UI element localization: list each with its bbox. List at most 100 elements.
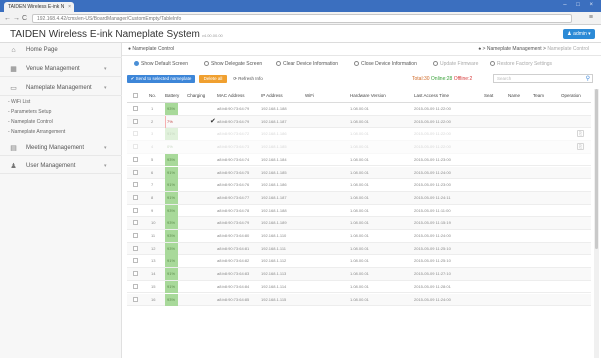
table-row[interactable]: 6 91% a8:b8:90:73:64:75 192.168.1.185 1.08.0…: [127, 166, 591, 180]
radio-show-delegate-screen[interactable]: Show Delegate Screen: [204, 61, 262, 67]
table-row[interactable]: 1 93% a8:b8:90:73:64:79 192.168.1.188 1.08.0…: [127, 103, 591, 116]
table-row[interactable]: 16 93% a8:b8:90:73:64:85 192.168.1.115 1.08.…: [127, 293, 591, 307]
battery-text: 93%: [167, 106, 176, 111]
table-row[interactable]: 4 0% a8:b8:90:73:64:73 192.168.1.185 1.08.00…: [127, 141, 591, 154]
row-checkbox[interactable]: [133, 182, 138, 188]
radio-dot: [276, 61, 281, 66]
cell-last-access: 2015-05-09 11:15:19: [414, 220, 451, 226]
col-operation[interactable]: Operation: [561, 93, 581, 98]
cell-last-access: 2015-05-09 11:22:00: [414, 118, 451, 124]
col-ip[interactable]: IP Address: [261, 93, 283, 98]
refresh-info-button[interactable]: ⟳ Refresh Info: [230, 75, 266, 83]
cell-ip: 192.168.1.185: [261, 169, 287, 175]
row-checkbox[interactable]: [133, 194, 138, 200]
sidebar-item-label: Home Page: [26, 47, 58, 53]
table-row[interactable]: 14 91% a8:b8:90:73:64:83 192.168.1.113 1.08.…: [127, 268, 591, 281]
table-row[interactable]: 12 93% a8:b8:90:73:64:81 192.168.1.111 1.08.…: [127, 242, 591, 256]
row-checkbox[interactable]: [133, 144, 138, 150]
col-hardware[interactable]: Hardware Version: [350, 93, 386, 98]
cell-last-access: 2015-05-09 11:23:00: [414, 156, 451, 162]
row-checkbox[interactable]: [133, 271, 138, 277]
table-row[interactable]: 7 91% a8:b8:90:73:64:76 192.168.1.186 1.08.0…: [127, 179, 591, 192]
radio-label: Show Default Screen: [141, 61, 188, 67]
browser-menu-icon[interactable]: ≡: [589, 14, 593, 21]
row-checkbox[interactable]: [133, 296, 138, 302]
radio-show-default-screen[interactable]: Show Default Screen: [134, 61, 188, 67]
row-checkbox[interactable]: [133, 106, 138, 111]
cell-mac: a8:b8:90:73:64:81: [217, 245, 250, 251]
search-icon[interactable]: ⚲: [586, 75, 590, 82]
radio-close-device-info[interactable]: Close Device Information: [354, 61, 417, 67]
reload-icon[interactable]: C: [22, 14, 27, 23]
battery-indicator: 93%: [165, 217, 179, 230]
row-checkbox[interactable]: [133, 207, 138, 213]
col-wifi[interactable]: WiFi: [305, 93, 314, 98]
sidebar-subitem-nameplate-arrangement[interactable]: - Nameplate Arrangement: [0, 127, 122, 137]
row-checkbox[interactable]: [133, 245, 138, 251]
col-battery[interactable]: Battery: [165, 93, 179, 98]
back-icon[interactable]: ←: [4, 14, 11, 23]
search-input[interactable]: Search ⚲: [493, 74, 593, 83]
tab-close-icon[interactable]: ×: [68, 4, 71, 10]
browser-tab[interactable]: TAIDEN Wireless E-ink N ×: [4, 2, 74, 12]
forward-icon[interactable]: →: [13, 14, 20, 23]
table-row[interactable]: 11 93% a8:b8:90:73:64:80 192.168.1.110 1.08.…: [127, 230, 591, 243]
window-controls[interactable]: – □ ×: [563, 2, 597, 8]
col-mac[interactable]: MAC Address: [217, 93, 245, 98]
sidebar-item-venue[interactable]: ▦ Venue Management ▾: [0, 62, 122, 77]
col-last-access[interactable]: Last Access Time: [414, 93, 449, 98]
sidebar-item-home[interactable]: ⌂ Home Page: [0, 43, 122, 58]
table-row[interactable]: 8 91% a8:b8:90:73:64:77 192.168.1.187 1.08.0…: [127, 191, 591, 205]
breadcrumb-path: ♠ > Nameplate Management > Nameplate Con…: [479, 46, 590, 52]
cell-mac: a8:b8:90:73:64:78: [217, 207, 250, 213]
sidebar-item-user[interactable]: ♟ User Management ▾: [0, 159, 122, 174]
radio-dot: [490, 61, 495, 66]
row-checkbox[interactable]: [133, 258, 138, 264]
radio-clear-device-info[interactable]: Clear Device Information: [276, 61, 338, 67]
col-no[interactable]: No.: [149, 93, 156, 98]
cell-hardware: 1.08.00.01: [350, 182, 369, 188]
app-title-text: TAIDEN Wireless E-ink Nameplate System: [10, 29, 200, 40]
scrollbar-thumb[interactable]: [595, 89, 598, 249]
row-checkbox[interactable]: [133, 220, 138, 226]
col-seat[interactable]: Seat: [484, 93, 493, 98]
admin-button[interactable]: ♟ admin ▾: [563, 29, 595, 39]
row-checkbox[interactable]: [133, 156, 138, 162]
sidebar-subitem-wifi-list[interactable]: - WiFi List: [0, 97, 122, 107]
row-checkbox[interactable]: [133, 233, 138, 238]
cell-hardware: 1.08.00.01: [350, 296, 369, 302]
row-checkbox[interactable]: [133, 169, 138, 175]
sidebar-subitem-nameplate-control[interactable]: - Nameplate Control: [0, 117, 122, 127]
row-checkbox[interactable]: [133, 131, 138, 137]
breadcrumb-prefix[interactable]: ♠ > Nameplate Management >: [479, 46, 548, 52]
col-charging[interactable]: Charging: [187, 93, 205, 98]
table-row[interactable]: 9 93% a8:b8:90:73:64:78 192.168.1.188 1.08.0…: [127, 204, 591, 218]
table-row[interactable]: 15 91% a8:b8:90:73:64:84 192.168.1.114 1.08.…: [127, 280, 591, 294]
url-input[interactable]: 192.168.4.42/cms/en-US/BoardManager/Cust…: [32, 14, 572, 23]
operation-copy-icon[interactable]: ⎘: [577, 143, 584, 151]
radio-restore-factory[interactable]: Restore Factory Settings: [490, 61, 552, 67]
row-checkbox[interactable]: [133, 118, 138, 124]
battery-indicator: 91%: [165, 179, 179, 192]
table-row[interactable]: 5 93% a8:b8:90:73:64:74 192.168.1.184 1.08.0…: [127, 153, 591, 167]
col-name[interactable]: Name: [508, 93, 520, 98]
sidebar-subitem-parameters[interactable]: - Parameters Setup: [0, 107, 122, 117]
sidebar-item-meeting[interactable]: ▤ Meeting Management ▾: [0, 141, 122, 156]
vertical-scrollbar[interactable]: [594, 89, 599, 358]
table-row[interactable]: 3 91% a8:b8:90:73:64:72 192.168.1.186 1.08.0…: [127, 128, 591, 142]
table-row[interactable]: 13 91% a8:b8:90:73:64:82 192.168.1.112 1.08.…: [127, 255, 591, 269]
row-checkbox[interactable]: [133, 283, 138, 289]
cell-hardware: 1.08.00.01: [350, 283, 369, 289]
sidebar-item-nameplate[interactable]: ▭ Nameplate Management ▾: [0, 81, 122, 96]
delete-all-button[interactable]: Delete all: [199, 75, 227, 83]
select-all-checkbox[interactable]: [133, 93, 138, 98]
battery-text: 91%: [167, 258, 176, 264]
operation-copy-icon[interactable]: ⎘: [577, 130, 584, 138]
send-selected-button[interactable]: ✔ Send to selected nameplate: [127, 75, 195, 83]
table-row[interactable]: 2 7% ✔ a8:b8:90:73:64:79 192.168.1.187 1.08.0…: [127, 115, 591, 129]
col-team[interactable]: Team: [533, 93, 544, 98]
cell-hardware: 1.08.00.01: [350, 271, 369, 277]
battery-indicator: 93%: [165, 103, 179, 115]
table-row[interactable]: 10 93% a8:b8:90:73:64:79 192.168.1.189 1.08.…: [127, 217, 591, 230]
radio-update-firmware[interactable]: Update Firmware: [433, 61, 478, 67]
